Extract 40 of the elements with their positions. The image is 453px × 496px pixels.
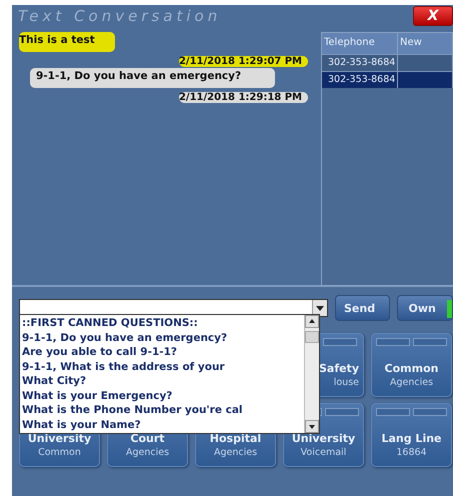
dropdown-item[interactable]: ::FIRST CANNED QUESTIONS::: [22, 316, 304, 330]
indicator-light: [413, 338, 447, 346]
tile-subtitle: Common: [38, 447, 81, 458]
indicator-light: [376, 408, 410, 416]
window-title: Text Conversation: [18, 7, 222, 25]
tile-subtitle: Agencies: [126, 447, 170, 458]
indicator-light: [323, 338, 357, 346]
indicator-light: [413, 408, 447, 416]
tile-title: Court: [130, 432, 165, 445]
tile-subtitle: Voicemail: [300, 447, 346, 458]
table-row[interactable]: 302-353-8684: [322, 71, 453, 88]
agency-tile[interactable]: Common Agencies: [371, 333, 452, 397]
message-timestamp: 2/11/2018 1:29:18 PM: [178, 92, 308, 103]
tile-subtitle: Agencies: [390, 377, 434, 388]
tile-subtitle: Agencies: [214, 447, 258, 458]
scroll-up-icon[interactable]: [305, 315, 319, 328]
agency-tile[interactable]: Lang Line 16864: [371, 403, 452, 467]
tile-title: Common: [384, 362, 438, 375]
action-button[interactable]: Send: [334, 295, 390, 321]
status-indicator: [447, 300, 452, 318]
indicator-light: [376, 338, 410, 346]
scrollbar[interactable]: [304, 315, 319, 433]
message-timestamp: 2/11/2018 1:29:07 PM: [178, 56, 308, 67]
tile-title: University: [292, 432, 356, 445]
scroll-thumb[interactable]: [305, 331, 319, 343]
table-row[interactable]: 302-353-8684: [322, 54, 453, 71]
tile-title: Lang Line: [381, 432, 442, 445]
tile-title: Safety: [318, 362, 359, 375]
message-bubble: 9-1-1, Do you have an emergency?: [30, 68, 276, 88]
tile-title: Hospital: [210, 432, 262, 445]
tile-subtitle: louse: [334, 377, 359, 388]
scroll-down-icon[interactable]: [305, 420, 319, 433]
tile-title: University: [28, 432, 92, 445]
tile-subtitle: 16864: [396, 447, 427, 458]
dropdown-arrow-icon[interactable]: [316, 305, 324, 311]
action-button[interactable]: Own: [397, 295, 453, 321]
indicator-light: [325, 408, 359, 416]
close-button[interactable]: X: [413, 6, 453, 26]
message-bubble: This is a test: [19, 32, 115, 52]
table-cell: 302-353-8684: [322, 72, 398, 88]
